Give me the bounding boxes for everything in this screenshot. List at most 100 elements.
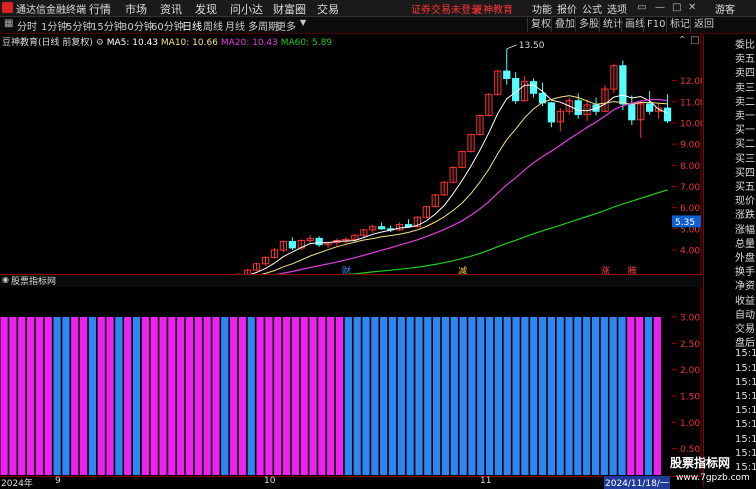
indicator-bar [327, 317, 335, 475]
tab-more[interactable]: 更多 [276, 18, 296, 33]
candle[interactable] [270, 247, 279, 259]
indicator-bar [159, 317, 167, 475]
menu-formula[interactable]: 公式 [582, 1, 602, 16]
indicator-bar [362, 317, 370, 475]
stock-name-link[interactable]: 豆神教育 [473, 1, 513, 16]
indicator-header: ◉ 股票指标网 [0, 274, 702, 287]
candle[interactable] [440, 181, 448, 196]
indicator-bar [485, 317, 494, 475]
candle[interactable] [628, 95, 636, 126]
quote-panel-label: 买三 [735, 153, 755, 165]
menu-quote[interactable]: 报价 [557, 1, 577, 16]
tab-multi-period[interactable]: 多周期 [248, 18, 278, 33]
candle[interactable] [306, 235, 314, 244]
candle[interactable] [467, 133, 475, 153]
indicator-bar [468, 317, 476, 475]
tab-60min[interactable]: 60分钟 [151, 18, 184, 33]
menu-item-quotes[interactable]: 行情 [89, 1, 111, 17]
indicator-bar [424, 317, 432, 475]
f10-button[interactable]: F10 [643, 17, 668, 32]
indicator-tick-label: 2.00 [680, 366, 700, 376]
candle[interactable] [503, 48, 511, 85]
candle[interactable] [458, 150, 466, 169]
date-axis: 2024年 9 10 11 2024/11/18/一 [0, 476, 702, 489]
tab-daily[interactable]: 日线 [182, 18, 202, 33]
candle[interactable] [360, 228, 368, 238]
trade-login-link[interactable]: 证券交易未登录 [411, 1, 481, 16]
indicator-bar [609, 317, 617, 475]
candle[interactable] [252, 262, 261, 272]
menu-item-market[interactable]: 市场 [125, 1, 147, 17]
guest-label[interactable]: 游客 [715, 1, 735, 16]
toolbar-grid-icon[interactable]: ▦ [4, 18, 13, 29]
candle[interactable] [512, 72, 520, 104]
candle[interactable] [663, 94, 672, 123]
tab-intraday[interactable]: 分时 [17, 18, 37, 33]
indicator-bar [653, 317, 661, 475]
mark-button[interactable]: 标记 [666, 17, 693, 32]
candle[interactable] [279, 240, 288, 253]
indicator-bar [97, 317, 105, 475]
candle[interactable] [637, 100, 645, 138]
window-restore-icon[interactable]: ▭ [637, 2, 646, 13]
tab-5min[interactable]: 5分钟 [66, 18, 92, 33]
candle[interactable] [431, 193, 439, 208]
quote-panel-label: 卖四 [735, 68, 755, 80]
candle[interactable] [378, 222, 386, 230]
more-chevron-icon[interactable]: ▼ [300, 18, 306, 27]
candle[interactable] [476, 114, 484, 136]
date-label-sep: 9 [55, 476, 61, 486]
candle[interactable] [529, 78, 538, 98]
tab-30min[interactable]: 30分钟 [121, 18, 154, 33]
candlestick-chart[interactable]: 12.0011.0010.009.008.007.006.005.004.00 … [0, 34, 706, 289]
candle[interactable] [520, 76, 529, 102]
candle[interactable] [654, 103, 663, 119]
candle[interactable] [422, 205, 430, 219]
window-close-icon[interactable]: ✕ [688, 2, 696, 13]
tab-1min[interactable]: 1分钟 [41, 18, 67, 33]
indicator-settings-icon[interactable]: ◉ [2, 275, 9, 284]
indicator-bar [212, 317, 220, 475]
candle[interactable] [288, 237, 296, 250]
quote-panel-label: 15:15 [735, 447, 756, 459]
indicator-tick-label: 1.50 [680, 393, 700, 403]
menu-options[interactable]: 选项 [607, 1, 627, 16]
back-button[interactable]: 返回 [690, 17, 717, 32]
quote-panel-label: 换手 [735, 267, 755, 279]
candle[interactable] [494, 70, 502, 96]
candle[interactable] [601, 84, 609, 113]
indicator-bar [415, 317, 423, 475]
tab-weekly[interactable]: 周线 [203, 18, 223, 33]
indicator-bar [494, 317, 503, 475]
candle[interactable] [610, 63, 618, 94]
candle[interactable] [449, 166, 457, 184]
indicator-bar [344, 317, 352, 475]
multi-stock-button[interactable]: 多股 [575, 17, 602, 32]
menu-item-news[interactable]: 资讯 [160, 1, 182, 17]
tab-monthly[interactable]: 月线 [225, 18, 245, 33]
candle[interactable] [547, 101, 556, 128]
indicator-bar [35, 317, 44, 475]
indicator-chart[interactable]: 3.00 2.50 2.00 1.50 1.00 0.50 [0, 287, 702, 477]
overlay-button[interactable]: 叠加 [551, 17, 578, 32]
candle[interactable] [485, 93, 493, 117]
window-maximize-icon[interactable]: □ [672, 2, 681, 13]
indicator-bar [185, 317, 194, 475]
candle[interactable] [592, 97, 600, 116]
menu-item-wealth[interactable]: 财富圈 [273, 1, 306, 17]
candle[interactable] [556, 108, 564, 132]
menu-item-trade[interactable]: 交易 [317, 1, 339, 17]
tab-15min[interactable]: 15分钟 [91, 18, 124, 33]
menu-item-assistant[interactable]: 问小达 [230, 1, 263, 17]
adjust-button[interactable]: 复权 [527, 17, 554, 32]
max-pointer [506, 44, 517, 50]
candle[interactable] [261, 256, 270, 266]
indicator-bar [433, 317, 441, 475]
candle[interactable] [395, 222, 404, 231]
indicator-bar [9, 317, 17, 475]
window-minimize-icon[interactable]: — [655, 2, 665, 13]
candle[interactable] [315, 236, 323, 247]
menu-item-discover[interactable]: 发现 [195, 1, 217, 17]
menu-function[interactable]: 功能 [532, 1, 552, 16]
candle[interactable] [369, 224, 377, 234]
